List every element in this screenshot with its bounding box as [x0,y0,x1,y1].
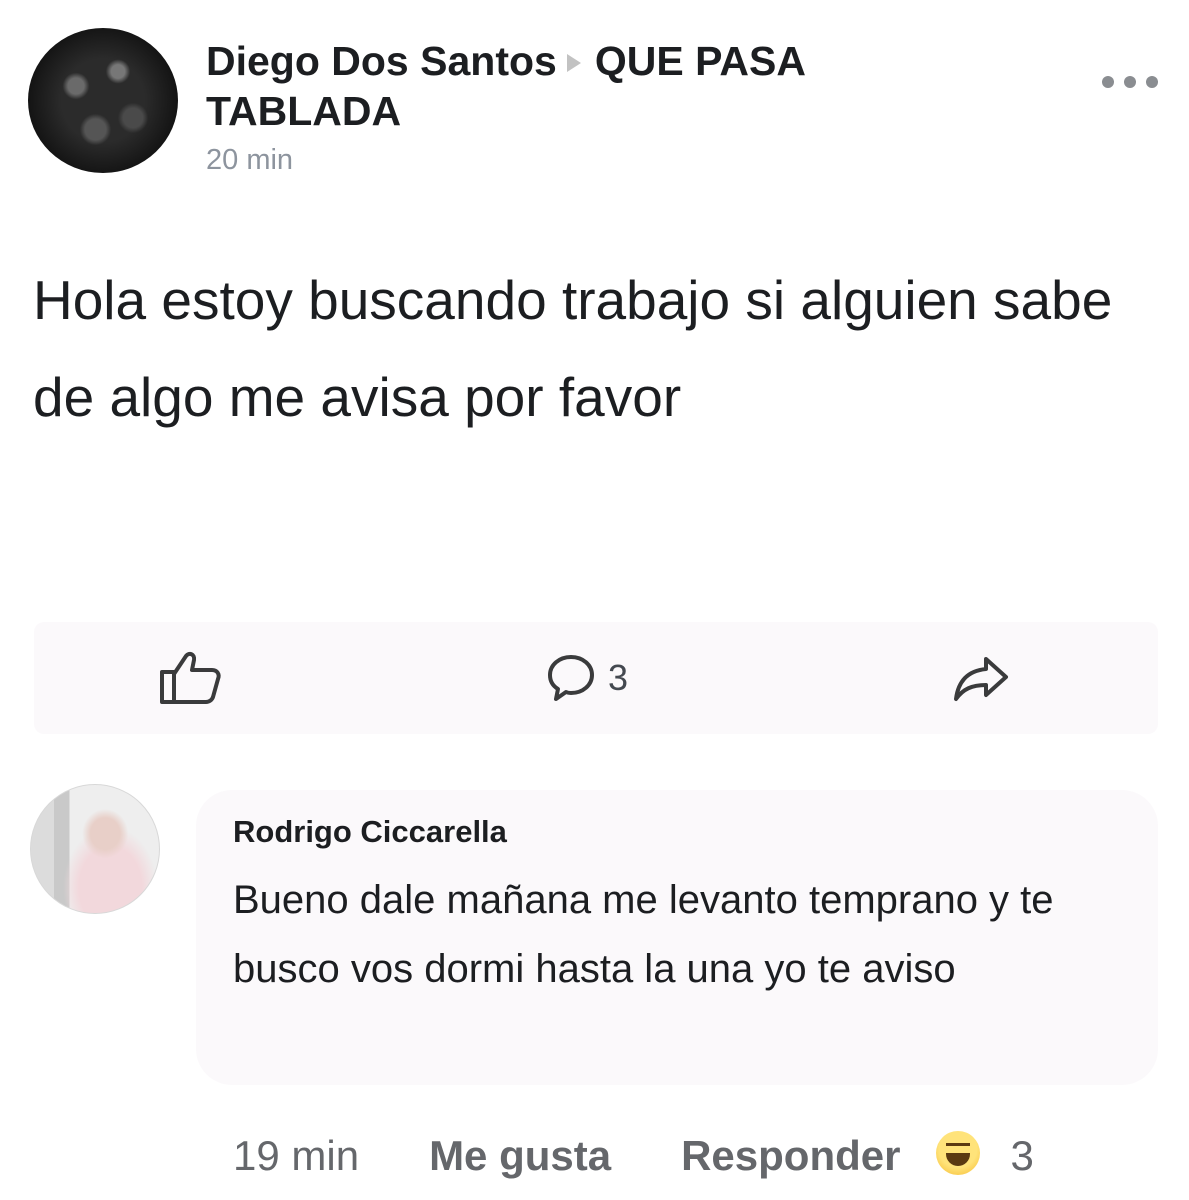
post-body-text: Hola estoy buscando trabajo si alguien s… [33,269,1113,428]
more-icon[interactable] [1102,72,1158,92]
post-author-name[interactable]: Diego Dos Santos [206,38,557,84]
post-action-bar: 3 [34,622,1158,734]
post-title: Diego Dos Santos QUE PASA TABLADA [206,36,1006,136]
like-button[interactable] [158,622,222,734]
comment-timestamp[interactable]: 19 min [233,1132,359,1180]
haha-icon[interactable] [936,1131,981,1175]
comment-footer: 19 min Me gusta Responder 3 [233,1126,1034,1186]
comment-button[interactable]: 3 [546,622,628,734]
share-button[interactable] [952,622,1010,734]
comment-reply-button[interactable]: Responder [681,1132,900,1180]
comment-icon [548,655,594,701]
like-icon [160,651,221,704]
comment-text: Bueno dale mañana me levanto temprano y … [233,878,1054,991]
comment-count: 3 [608,657,629,698]
comment-author-avatar[interactable] [30,784,160,914]
post-group-name-cont[interactable]: TABLADA [206,88,401,134]
comment-author-name[interactable]: Rodrigo Ciccarella [233,814,507,850]
comment-reaction-count[interactable]: 3 [1010,1132,1033,1180]
post-group-name[interactable]: QUE PASA [595,38,806,84]
page: Diego Dos Santos QUE PASA TABLADA 20 min … [0,0,1189,1200]
post-author-avatar[interactable] [28,28,178,173]
arrow-right-icon [566,53,581,72]
comment-like-button[interactable]: Me gusta [429,1132,611,1180]
post-timestamp[interactable]: 20 min [206,144,1006,177]
share-icon [954,657,1008,701]
post-meta: Diego Dos Santos QUE PASA TABLADA 20 min [206,36,1006,177]
